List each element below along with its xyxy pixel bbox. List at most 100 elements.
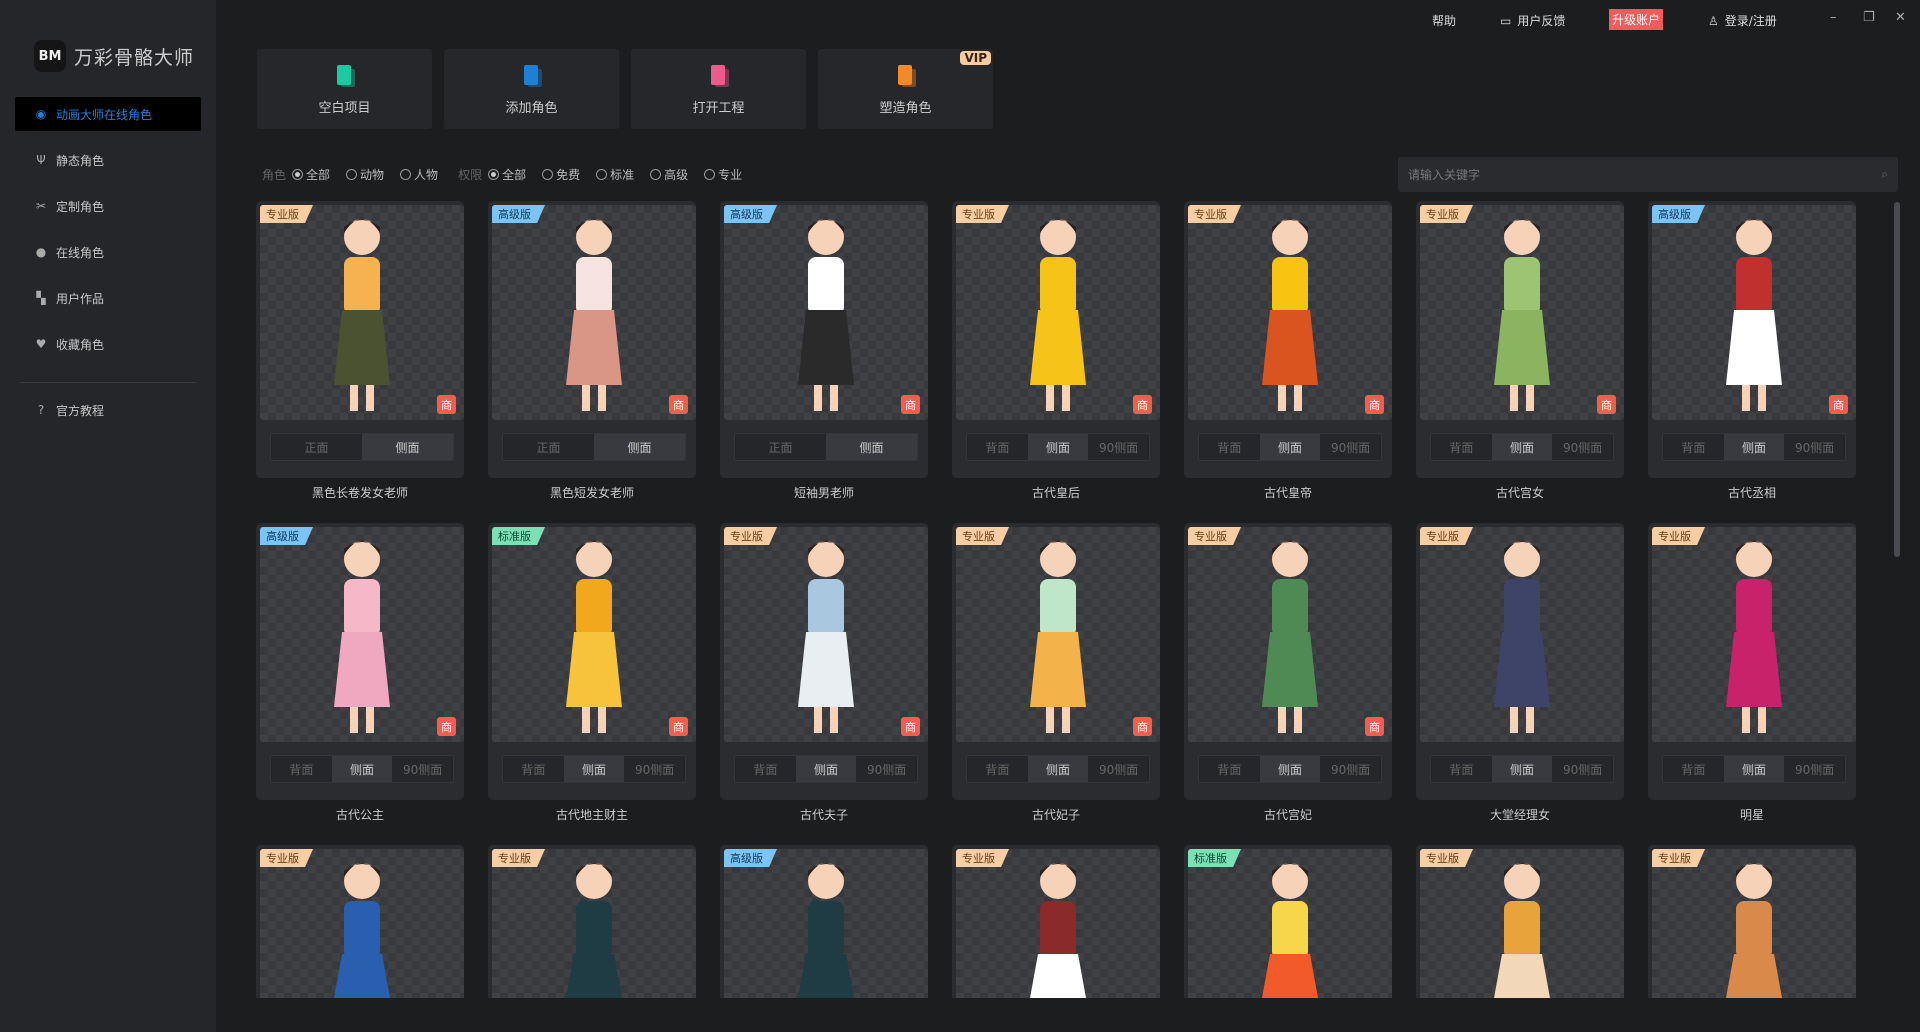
view-option[interactable]: 侧面 [795, 756, 857, 782]
character-thumbnail[interactable]: 高级版 商 [1652, 205, 1856, 420]
view-option[interactable]: 90侧面 [1784, 756, 1845, 782]
character-thumbnail[interactable]: 高级版 商 [724, 205, 928, 420]
view-option[interactable]: 90侧面 [392, 756, 453, 782]
character-thumbnail[interactable]: 专业版 [956, 849, 1160, 998]
sidebar-item[interactable]: ▚ 用户作品 [15, 281, 201, 315]
character-card[interactable]: 高级版 商 正面 侧面 [488, 201, 696, 478]
character-thumbnail[interactable]: 专业版 [492, 849, 696, 998]
character-card[interactable]: 专业版 背面 侧面 90侧面 [1416, 523, 1624, 800]
view-option[interactable]: 侧面 [594, 434, 685, 460]
filter-radio[interactable]: 动物 [346, 166, 384, 183]
view-option[interactable]: 正面 [503, 434, 594, 460]
sidebar-item[interactable]: ● 在线角色 [15, 235, 201, 269]
character-card[interactable]: 专业版 [1648, 845, 1856, 998]
character-card[interactable]: 高级版 商 背面 侧面 90侧面 [256, 523, 464, 800]
search-input[interactable] [1408, 167, 1882, 182]
view-option[interactable]: 侧面 [362, 434, 453, 460]
character-thumbnail[interactable]: 标准版 商 [492, 527, 696, 742]
restore-button[interactable]: ❐ [1863, 10, 1875, 25]
view-option[interactable]: 90侧面 [624, 756, 685, 782]
character-card[interactable]: 标准版 商 背面 侧面 90侧面 [488, 523, 696, 800]
character-card[interactable]: 专业版 商 背面 侧面 90侧面 [1184, 201, 1392, 478]
view-option[interactable]: 90侧面 [1784, 434, 1845, 460]
character-card[interactable]: 专业版 商 背面 侧面 90侧面 [952, 523, 1160, 800]
character-card[interactable]: 标准版 [1184, 845, 1392, 998]
character-card[interactable]: 高级版 [720, 845, 928, 998]
character-card[interactable]: 专业版 商 背面 侧面 90侧面 [1416, 201, 1624, 478]
sidebar-item[interactable]: ◉ 动画大师在线角色 [15, 97, 201, 131]
view-option[interactable]: 背面 [1199, 434, 1260, 460]
character-card[interactable]: 专业版 商 背面 侧面 90侧面 [952, 201, 1160, 478]
sidebar-item[interactable]: Ψ 静态角色 [15, 143, 201, 177]
search-icon[interactable]: ⌕ [1881, 167, 1888, 182]
filter-radio[interactable]: 全部 [292, 166, 330, 183]
character-card[interactable]: 专业版 背面 侧面 90侧面 [1648, 523, 1856, 800]
action-button[interactable]: 打开工程 [631, 49, 806, 129]
view-option[interactable]: 背面 [503, 756, 564, 782]
filter-radio[interactable]: 专业 [704, 166, 742, 183]
view-option[interactable]: 侧面 [1259, 434, 1321, 460]
view-option[interactable]: 90侧面 [1552, 756, 1613, 782]
view-option[interactable]: 侧面 [331, 756, 393, 782]
character-thumbnail[interactable]: 专业版 商 [956, 205, 1160, 420]
filter-radio[interactable]: 人物 [400, 166, 438, 183]
view-option[interactable]: 背面 [735, 756, 796, 782]
view-option[interactable]: 90侧面 [856, 756, 917, 782]
character-thumbnail[interactable]: 标准版 [1188, 849, 1392, 998]
character-card[interactable]: 专业版 [488, 845, 696, 998]
character-thumbnail[interactable]: 高级版 商 [492, 205, 696, 420]
character-thumbnail[interactable]: 专业版 商 [724, 527, 928, 742]
character-card[interactable]: 专业版 商 正面 侧面 [256, 201, 464, 478]
action-button[interactable]: 空白项目 [257, 49, 432, 129]
character-thumbnail[interactable]: 专业版 [1652, 849, 1856, 998]
character-thumbnail[interactable]: 专业版 [1420, 849, 1624, 998]
character-card[interactable]: 专业版 [256, 845, 464, 998]
close-button[interactable]: ✕ [1895, 10, 1906, 25]
sidebar-item[interactable]: ♥ 收藏角色 [15, 327, 201, 361]
character-thumbnail[interactable]: 专业版 商 [956, 527, 1160, 742]
filter-radio[interactable]: 高级 [650, 166, 688, 183]
action-button[interactable]: 添加角色 [444, 49, 619, 129]
filter-radio[interactable]: 标准 [596, 166, 634, 183]
view-option[interactable]: 背面 [1199, 756, 1260, 782]
view-option[interactable]: 侧面 [1259, 756, 1321, 782]
view-option[interactable]: 90侧面 [1320, 756, 1381, 782]
character-thumbnail[interactable]: 专业版 商 [1188, 205, 1392, 420]
character-thumbnail[interactable]: 专业版 [1420, 527, 1624, 742]
filter-radio[interactable]: 免费 [542, 166, 580, 183]
view-option[interactable]: 90侧面 [1088, 756, 1149, 782]
view-option[interactable]: 背面 [1431, 434, 1492, 460]
view-option[interactable]: 侧面 [1491, 756, 1553, 782]
view-option[interactable]: 侧面 [563, 756, 625, 782]
character-thumbnail[interactable]: 高级版 商 [260, 527, 464, 742]
view-option[interactable]: 正面 [735, 434, 826, 460]
character-thumbnail[interactable]: 专业版 [1652, 527, 1856, 742]
view-option[interactable]: 侧面 [1723, 756, 1785, 782]
view-option[interactable]: 背面 [1431, 756, 1492, 782]
view-option[interactable]: 正面 [271, 434, 362, 460]
view-option[interactable]: 背面 [271, 756, 332, 782]
view-option[interactable]: 背面 [967, 434, 1028, 460]
character-thumbnail[interactable]: 专业版 [260, 849, 464, 998]
character-thumbnail[interactable]: 专业版 商 [260, 205, 464, 420]
view-option[interactable]: 90侧面 [1552, 434, 1613, 460]
view-option[interactable]: 背面 [967, 756, 1028, 782]
character-card[interactable]: 专业版 商 背面 侧面 90侧面 [720, 523, 928, 800]
view-option[interactable]: 侧面 [1723, 434, 1785, 460]
sidebar-item[interactable]: ✂ 定制角色 [15, 189, 201, 223]
character-card[interactable]: 高级版 商 背面 侧面 90侧面 [1648, 201, 1856, 478]
view-option[interactable]: 90侧面 [1088, 434, 1149, 460]
character-thumbnail[interactable]: 高级版 [724, 849, 928, 998]
sidebar-item-tutorial[interactable]: ? 官方教程 [15, 393, 201, 427]
view-option[interactable]: 侧面 [1491, 434, 1553, 460]
help-link[interactable]: 帮助 [1432, 12, 1456, 29]
view-option[interactable]: 背面 [1663, 756, 1724, 782]
upgrade-button[interactable]: 升级账户 [1609, 9, 1664, 30]
login-link[interactable]: ♙ 登录/注册 [1708, 12, 1777, 29]
character-thumbnail[interactable]: 专业版 商 [1420, 205, 1624, 420]
minimize-button[interactable]: – [1830, 10, 1837, 25]
character-card[interactable]: 专业版 [1416, 845, 1624, 998]
filter-radio[interactable]: 全部 [488, 166, 526, 183]
feedback-link[interactable]: ▭ 用户反馈 [1500, 12, 1565, 29]
scrollbar[interactable] [1894, 202, 1900, 557]
